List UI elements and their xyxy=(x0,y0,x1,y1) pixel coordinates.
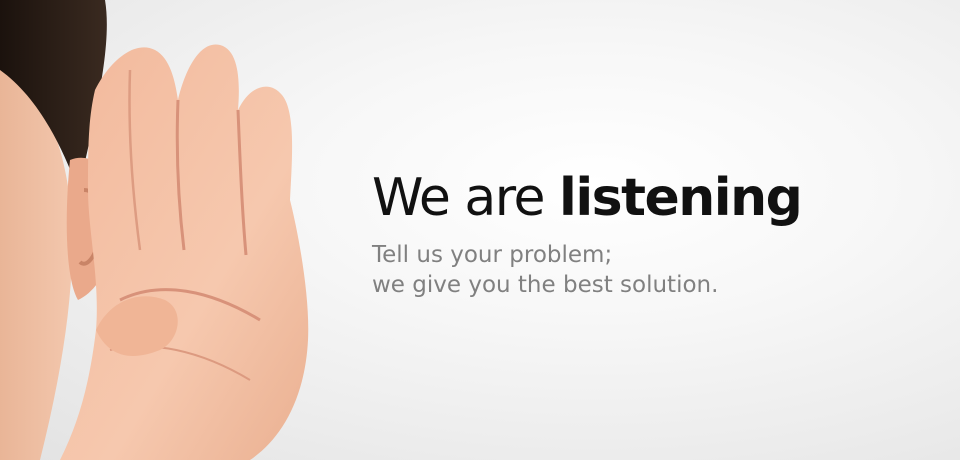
hand-cupped-to-ear-icon xyxy=(0,0,309,460)
headline-emphasis: listening xyxy=(559,168,803,228)
tagline-line-1: Tell us your problem; xyxy=(372,242,613,268)
tagline-line-2: we give you the best solution. xyxy=(372,272,719,298)
tagline: Tell us your problem; we give you the be… xyxy=(372,240,718,300)
headline: We are listening xyxy=(372,163,803,233)
headline-regular: We are xyxy=(372,168,560,228)
hero-banner: We are listening Tell us your problem; w… xyxy=(0,0,960,460)
